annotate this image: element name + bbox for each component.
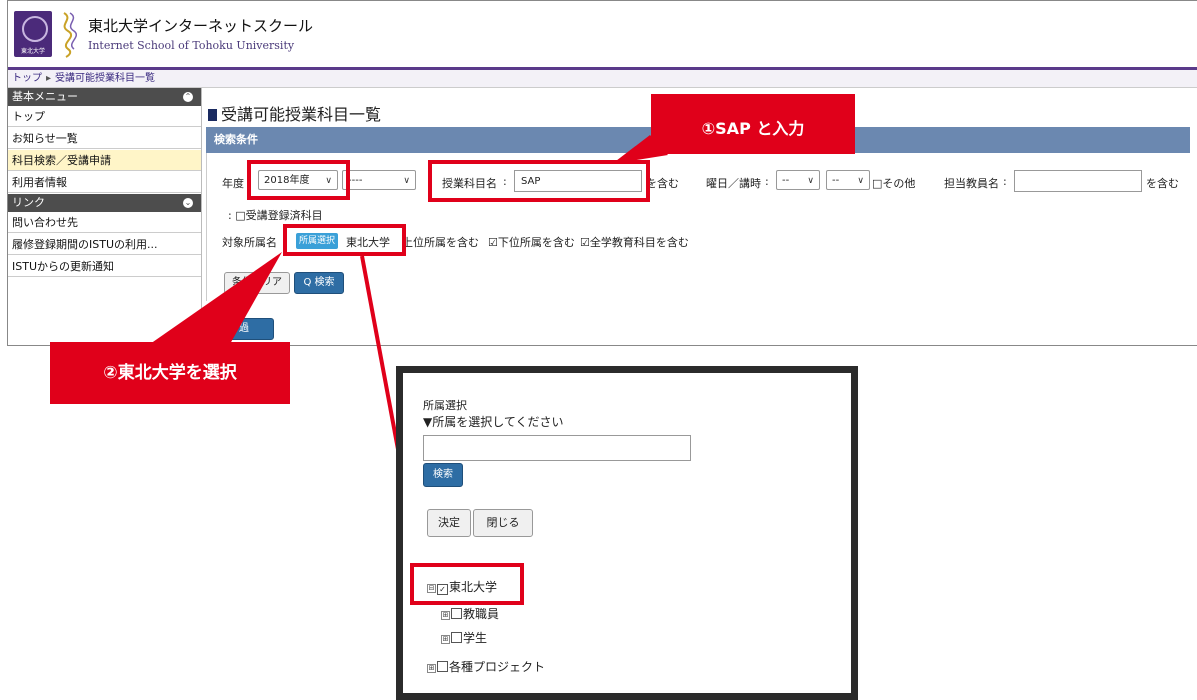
tree-node-projects[interactable]: ⊞ 各種プロジェクト bbox=[427, 658, 545, 675]
expand-icon[interactable]: ⊞ bbox=[441, 635, 450, 644]
tree-node-students[interactable]: ⊞ 学生 bbox=[441, 629, 487, 646]
affiliation-search-input[interactable] bbox=[423, 435, 691, 461]
callout-pointer-icon bbox=[150, 252, 282, 344]
dialog-hint: ▼所属を選択してください bbox=[423, 415, 564, 429]
tree-node-label: 学生 bbox=[463, 631, 488, 645]
decide-button[interactable]: 決定 bbox=[427, 509, 471, 537]
tree-node-label: 教職員 bbox=[463, 607, 500, 621]
expand-icon[interactable]: ⊞ bbox=[427, 664, 436, 673]
checkbox-icon[interactable] bbox=[451, 632, 462, 643]
checkbox-icon[interactable] bbox=[437, 661, 448, 672]
callout-select-tohoku: ②東北大学を選択 bbox=[50, 342, 290, 404]
affiliation-search-button[interactable]: 検索 bbox=[423, 463, 463, 487]
dialog-title: 所属選択 bbox=[423, 399, 467, 412]
expand-icon[interactable]: ⊞ bbox=[441, 611, 450, 620]
callout-enter-sap: ①SAP と入力 bbox=[651, 94, 855, 154]
tohoku-highlight-box bbox=[410, 563, 524, 605]
tree-node-label: 各種プロジェクト bbox=[449, 660, 546, 674]
checkbox-icon[interactable] bbox=[451, 608, 462, 619]
tree-node-staff[interactable]: ⊞ 教職員 bbox=[441, 605, 499, 622]
affiliation-dialog: 所属選択 ▼所属を選択してください 検索 決定 閉じる ⊟ ✓ 東北大学 ⊞ 教職員 … bbox=[396, 366, 858, 700]
close-button[interactable]: 閉じる bbox=[473, 509, 533, 537]
